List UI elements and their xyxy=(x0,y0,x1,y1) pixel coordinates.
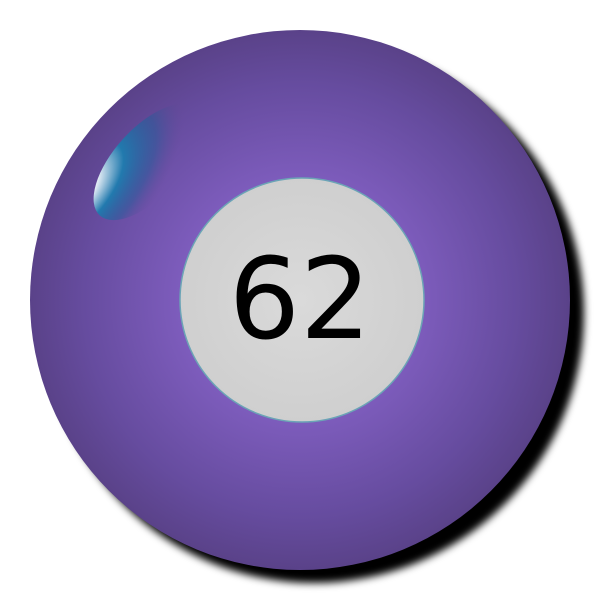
ball-number: 62 xyxy=(229,235,372,365)
lottery-ball-graphic: 62 xyxy=(0,0,600,600)
ball-svg: 62 xyxy=(30,30,584,583)
